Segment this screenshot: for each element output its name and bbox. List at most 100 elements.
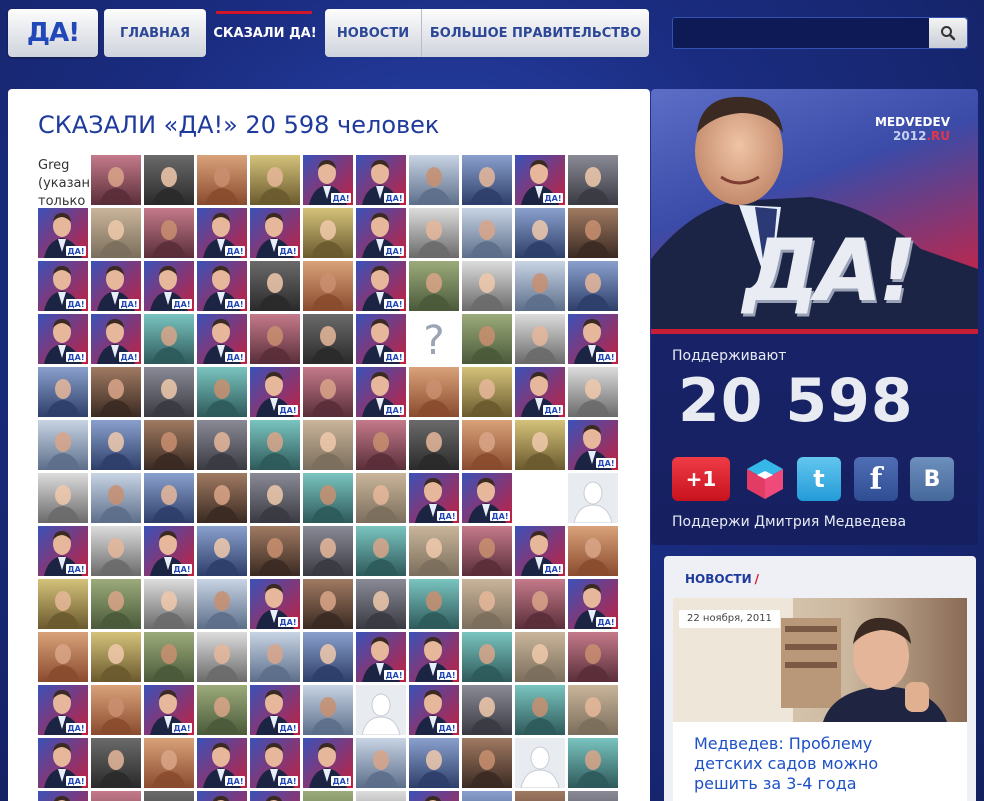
supporter-avatar[interactable]	[515, 420, 565, 470]
supporter-avatar[interactable]	[303, 791, 353, 801]
supporter-avatar[interactable]	[515, 632, 565, 682]
supporter-avatar[interactable]	[462, 791, 512, 801]
supporter-avatar-da[interactable]: ДА!	[462, 473, 512, 523]
supporter-avatar[interactable]	[144, 632, 194, 682]
search-button[interactable]	[929, 18, 967, 48]
supporter-avatar[interactable]	[197, 420, 247, 470]
supporter-avatar[interactable]	[250, 526, 300, 576]
supporter-avatar-da[interactable]: ДА!	[144, 526, 194, 576]
supporter-avatar[interactable]	[250, 261, 300, 311]
supporter-avatar[interactable]	[462, 579, 512, 629]
supporter-avatar[interactable]	[38, 473, 88, 523]
supporter-avatar[interactable]	[303, 473, 353, 523]
supporter-avatar[interactable]	[91, 155, 141, 205]
supporter-avatar-da[interactable]: ДА!	[250, 367, 300, 417]
supporter-avatar[interactable]	[38, 420, 88, 470]
supporter-avatar[interactable]	[462, 685, 512, 735]
supporter-avatar[interactable]	[515, 791, 565, 801]
vkontakte-button[interactable]: В	[910, 457, 954, 501]
supporter-avatar[interactable]	[462, 526, 512, 576]
supporter-avatar[interactable]	[144, 208, 194, 258]
cube-share-button[interactable]	[743, 457, 787, 501]
supporter-avatar[interactable]	[462, 314, 512, 364]
nav-item-big-government[interactable]: БОЛЬШОЕ ПРАВИТЕЛЬСТВО	[422, 9, 649, 57]
supporter-avatar[interactable]	[462, 738, 512, 788]
supporter-avatar[interactable]	[356, 473, 406, 523]
supporter-avatar-da[interactable]: ДА!	[409, 473, 459, 523]
supporter-avatar[interactable]	[250, 314, 300, 364]
nav-item-news[interactable]: НОВОСТИ	[325, 9, 422, 57]
supporter-avatar-da[interactable]: ДА!	[91, 314, 141, 364]
supporter-avatar[interactable]	[91, 526, 141, 576]
supporter-avatar[interactable]	[144, 314, 194, 364]
news-photo[interactable]: 22 ноября, 2011	[673, 598, 967, 722]
supporter-avatar-da[interactable]: ДА!	[197, 738, 247, 788]
supporter-avatar[interactable]	[38, 579, 88, 629]
supporter-avatar[interactable]	[356, 526, 406, 576]
supporter-avatar[interactable]	[462, 208, 512, 258]
supporter-avatar[interactable]	[515, 579, 565, 629]
supporter-avatar[interactable]	[144, 738, 194, 788]
supporter-avatar-da[interactable]: ДА!	[356, 261, 406, 311]
supporter-avatar[interactable]	[303, 526, 353, 576]
supporter-avatar-da[interactable]: ДА!	[356, 314, 406, 364]
supporter-avatar[interactable]	[91, 632, 141, 682]
supporter-avatar-da[interactable]: ДА!	[250, 685, 300, 735]
supporter-avatar[interactable]	[462, 632, 512, 682]
supporter-avatar-da[interactable]: ДА!	[38, 261, 88, 311]
supporter-avatar[interactable]	[568, 367, 618, 417]
supporter-avatar[interactable]	[144, 579, 194, 629]
supporter-avatar[interactable]	[462, 261, 512, 311]
supporter-avatar[interactable]	[250, 420, 300, 470]
supporter-avatar[interactable]	[515, 314, 565, 364]
supporter-avatar-da[interactable]: ДА!	[144, 261, 194, 311]
supporter-avatar[interactable]	[568, 738, 618, 788]
supporter-avatar-da[interactable]: ДА!	[91, 261, 141, 311]
supporter-avatar[interactable]	[91, 473, 141, 523]
supporter-avatar[interactable]	[515, 208, 565, 258]
supporter-avatar-da[interactable]: ДА!	[409, 791, 459, 801]
supporter-avatar[interactable]	[568, 526, 618, 576]
supporter-avatar[interactable]	[303, 579, 353, 629]
supporter-avatar-da[interactable]: ДА!	[303, 738, 353, 788]
supporter-avatar-da[interactable]: ДА!	[515, 526, 565, 576]
plus-one-button[interactable]: +1	[672, 457, 730, 501]
supporter-avatar[interactable]	[409, 155, 459, 205]
supporter-avatar[interactable]	[250, 155, 300, 205]
supporter-avatar[interactable]	[144, 367, 194, 417]
supporter-avatar[interactable]	[515, 261, 565, 311]
supporter-avatar-da[interactable]: ДА!	[515, 155, 565, 205]
supporter-avatar-da[interactable]: ДА!	[144, 685, 194, 735]
supporter-avatar-da[interactable]: ДА!	[515, 367, 565, 417]
news-headline[interactable]: Медведев: Проблему детских садов можно р…	[673, 722, 967, 801]
supporter-avatar-da[interactable]: ДА!	[38, 685, 88, 735]
supporter-avatar[interactable]	[409, 526, 459, 576]
supporter-avatar-da[interactable]: ДА!	[250, 791, 300, 801]
supporter-avatar[interactable]	[197, 526, 247, 576]
search-input[interactable]	[673, 18, 931, 48]
supporter-avatar[interactable]	[38, 367, 88, 417]
supporter-avatar[interactable]	[197, 473, 247, 523]
supporter-avatar-da[interactable]: ДА!	[197, 261, 247, 311]
supporter-avatar[interactable]	[144, 791, 194, 801]
supporter-avatar-da[interactable]: ДА!	[568, 579, 618, 629]
supporter-avatar-placeholder[interactable]	[568, 473, 618, 523]
supporter-avatar[interactable]	[409, 367, 459, 417]
facebook-button[interactable]: f	[854, 457, 898, 501]
supporter-avatar-da[interactable]: ДА!	[409, 685, 459, 735]
supporter-avatar[interactable]	[303, 420, 353, 470]
supporter-avatar[interactable]	[568, 791, 618, 801]
supporter-avatar[interactable]	[197, 155, 247, 205]
supporter-avatar-da[interactable]: ДА!	[38, 314, 88, 364]
supporter-avatar[interactable]	[250, 632, 300, 682]
supporter-avatar-da[interactable]: ДА!	[250, 579, 300, 629]
supporter-avatar[interactable]	[409, 579, 459, 629]
supporter-avatar[interactable]	[303, 208, 353, 258]
supporter-avatar[interactable]	[144, 473, 194, 523]
supporter-avatar[interactable]	[568, 208, 618, 258]
supporter-avatar[interactable]	[409, 738, 459, 788]
supporter-avatar[interactable]	[409, 208, 459, 258]
supporter-avatar-placeholder[interactable]	[515, 738, 565, 788]
supporter-avatar[interactable]	[409, 261, 459, 311]
nav-item-home[interactable]: ГЛАВНАЯ	[104, 9, 206, 57]
